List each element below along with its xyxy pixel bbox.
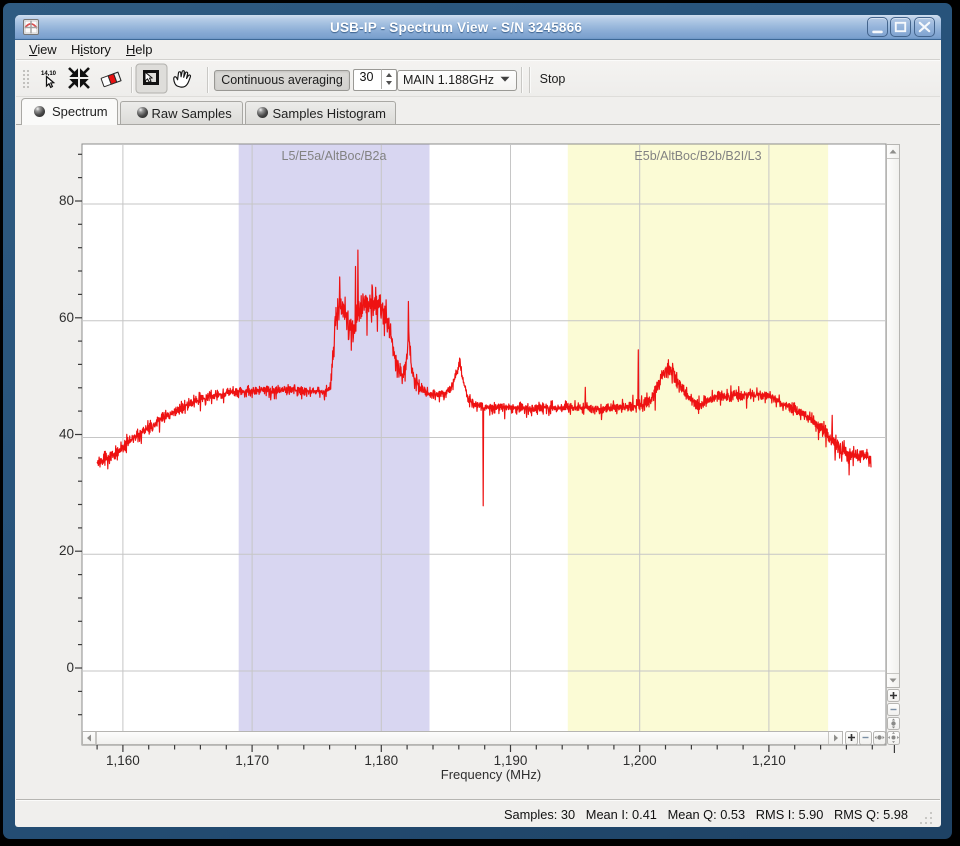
svg-text:0: 0 [66, 660, 74, 675]
svg-text:1,210: 1,210 [752, 753, 786, 768]
svg-text:1,190: 1,190 [494, 753, 528, 768]
svg-text:60: 60 [59, 310, 74, 325]
svg-text:L5/E5a/AltBoc/B2a: L5/E5a/AltBoc/B2a [282, 149, 387, 163]
svg-text:1,160: 1,160 [106, 753, 140, 768]
svg-text:40: 40 [59, 427, 74, 442]
svg-text:E5b/AltBoc/B2b/B2I/L3: E5b/AltBoc/B2b/B2I/L3 [634, 149, 761, 163]
svg-text:1,180: 1,180 [364, 753, 398, 768]
svg-text:80: 80 [59, 193, 74, 208]
svg-text:Frequency (MHz): Frequency (MHz) [441, 767, 541, 782]
svg-text:1,170: 1,170 [235, 753, 269, 768]
svg-text:1,200: 1,200 [623, 753, 657, 768]
svg-text:20: 20 [59, 543, 74, 558]
